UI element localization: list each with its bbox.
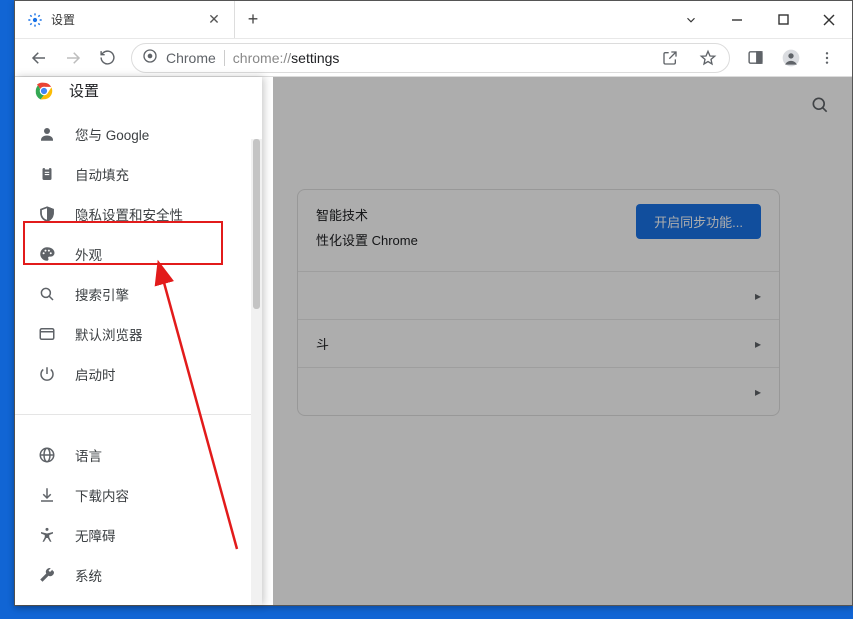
sidebar-item-browser[interactable]: 默认浏览器 xyxy=(15,314,262,354)
sidebar-item-label: 外观 xyxy=(75,244,102,264)
chrome-badge-icon xyxy=(142,48,158,67)
url-divider xyxy=(224,50,225,66)
titlebar: 设置 ✕ + xyxy=(15,1,852,39)
menu-dots-icon[interactable] xyxy=(812,43,842,73)
sidebar-list-top: 您与 Google 自动填充隐私设置和安全性外观搜索引擎默认浏览器启动时 xyxy=(15,104,262,404)
settings-sidebar: 设置 您与 Google 自动填充隐私设置和安全性外观搜索引擎默认浏览器启动时 语… xyxy=(15,77,262,605)
window-controls xyxy=(668,1,852,38)
power-icon xyxy=(37,365,57,383)
download-icon xyxy=(37,486,57,504)
sidebar-item-label: 默认浏览器 xyxy=(75,324,143,344)
search-icon xyxy=(37,285,57,303)
sidebar-item-globe[interactable]: 语言 xyxy=(15,435,262,475)
sidebar-item-wrench[interactable]: 系统 xyxy=(15,555,262,595)
new-tab-button[interactable]: + xyxy=(235,1,271,38)
back-button[interactable] xyxy=(25,44,53,72)
sidebar-item-label: 无障碍 xyxy=(75,525,116,545)
tab-close-button[interactable]: ✕ xyxy=(206,12,222,28)
minimize-button[interactable] xyxy=(714,1,760,38)
sidebar-item-label: 自动填充 xyxy=(75,164,129,184)
sidebar-list-bottom: 语言下载内容无障碍系统 xyxy=(15,425,262,605)
gear-icon xyxy=(27,12,43,28)
tab-settings[interactable]: 设置 ✕ xyxy=(15,1,235,38)
forward-button[interactable] xyxy=(59,44,87,72)
sidebar-item-label: 搜索引擎 xyxy=(75,284,129,304)
sidebar-item-label: 启动时 xyxy=(75,364,116,384)
maximize-button[interactable] xyxy=(760,1,806,38)
sidebar-item-shield[interactable]: 隐私设置和安全性 xyxy=(15,194,262,234)
globe-icon xyxy=(37,446,57,464)
accessibility-icon xyxy=(37,526,57,544)
content-area: 智能技术 性化设置 Chrome 开启同步功能... ▸ 斗▸ ▸ xyxy=(15,77,852,605)
sidebar-item-label: 下载内容 xyxy=(75,485,129,505)
chrome-logo-icon xyxy=(33,80,55,102)
url-prefix: Chrome xyxy=(166,50,216,66)
chevron-down-icon[interactable] xyxy=(668,1,714,38)
sidebar-item-download[interactable]: 下载内容 xyxy=(15,475,262,515)
wrench-icon xyxy=(37,566,57,584)
sidebar-scrollbar[interactable] xyxy=(251,139,262,605)
profile-avatar-icon[interactable] xyxy=(776,43,806,73)
sidebar-scroll-thumb[interactable] xyxy=(253,139,260,309)
sidebar-item-label: 语言 xyxy=(75,445,102,465)
side-panel-icon[interactable] xyxy=(740,43,770,73)
shield-icon xyxy=(37,205,57,223)
sidebar-divider xyxy=(15,414,262,415)
sidebar-item-palette[interactable]: 外观 xyxy=(15,234,262,274)
sidebar-header: 设置 xyxy=(15,77,262,104)
sidebar-item-power[interactable]: 启动时 xyxy=(15,354,262,394)
browser-window: 设置 ✕ + xyxy=(14,0,853,606)
reload-button[interactable] xyxy=(93,44,121,72)
sidebar-item-accessibility[interactable]: 无障碍 xyxy=(15,515,262,555)
bookmark-star-icon[interactable] xyxy=(693,43,723,73)
sidebar-title: 设置 xyxy=(69,80,99,101)
sidebar-item-person[interactable]: 您与 Google xyxy=(15,114,262,154)
tab-title: 设置 xyxy=(51,11,198,28)
sidebar-item-search[interactable]: 搜索引擎 xyxy=(15,274,262,314)
share-icon[interactable] xyxy=(655,43,685,73)
toolbar: Chrome chrome://settings xyxy=(15,39,852,77)
address-bar[interactable]: Chrome chrome://settings xyxy=(131,43,730,73)
browser-icon xyxy=(37,325,57,343)
modal-dim-overlay[interactable] xyxy=(273,77,852,605)
sidebar-item-label: 您与 Google xyxy=(75,124,149,144)
sidebar-item-label: 隐私设置和安全性 xyxy=(75,204,183,224)
sidebar-item-label: 系统 xyxy=(75,565,102,585)
clipboard-icon xyxy=(37,165,57,183)
sidebar-item-clipboard[interactable]: 自动填充 xyxy=(15,154,262,194)
close-window-button[interactable] xyxy=(806,1,852,38)
palette-icon xyxy=(37,245,57,263)
url-path: chrome://settings xyxy=(233,50,340,66)
person-icon xyxy=(37,125,57,143)
